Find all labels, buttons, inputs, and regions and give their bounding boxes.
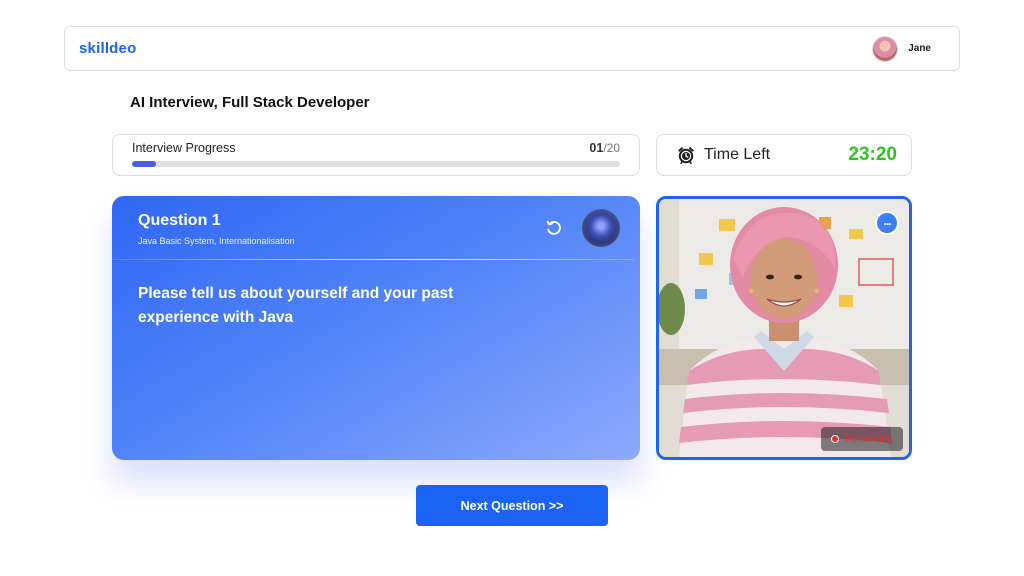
user-name[interactable]: Jane: [908, 43, 931, 54]
question-divider: [112, 259, 634, 260]
more-options-icon[interactable]: ...: [875, 211, 899, 235]
alarm-clock-icon: [677, 146, 695, 164]
question-subtitle: Java Basic System, Internationalisation: [138, 236, 295, 246]
avatar[interactable]: [872, 35, 899, 62]
logo[interactable]: skilldeo: [79, 40, 136, 57]
question-header: Question 1 Java Basic System, Internatio…: [138, 212, 295, 246]
time-left-value: 23:20: [848, 144, 897, 165]
replay-icon[interactable]: [544, 218, 564, 238]
user-menu[interactable]: Jane: [872, 35, 931, 62]
recording-dot-icon: [831, 435, 840, 443]
candidate-photo: [659, 199, 909, 457]
question-title: Question 1: [138, 212, 221, 229]
progress-total: /20: [603, 141, 620, 155]
progress-count: 01/20: [589, 141, 620, 155]
candidate-video: ... Recording: [656, 196, 912, 460]
progress-bar-fill: [132, 161, 157, 167]
time-left-card: Time Left 23:20: [656, 134, 912, 176]
progress-bar-track: [132, 161, 620, 167]
question-card: Question 1 Java Basic System, Internatio…: [112, 196, 640, 460]
next-question-button[interactable]: Next Question >>: [416, 485, 608, 526]
ai-orb-icon[interactable]: [582, 209, 620, 247]
interview-progress-card: Interview Progress 01/20: [112, 134, 640, 176]
recording-label: Recording: [845, 433, 893, 445]
page-title: AI Interview, Full Stack Developer: [130, 94, 370, 111]
question-text: Please tell us about yourself and your p…: [138, 285, 454, 326]
time-left-label: Time Left: [704, 146, 771, 163]
top-bar: skilldeo Jane: [64, 26, 960, 71]
progress-label: Interview Progress: [132, 141, 236, 155]
progress-current: 01: [589, 141, 604, 155]
recording-badge: Recording: [821, 427, 903, 451]
